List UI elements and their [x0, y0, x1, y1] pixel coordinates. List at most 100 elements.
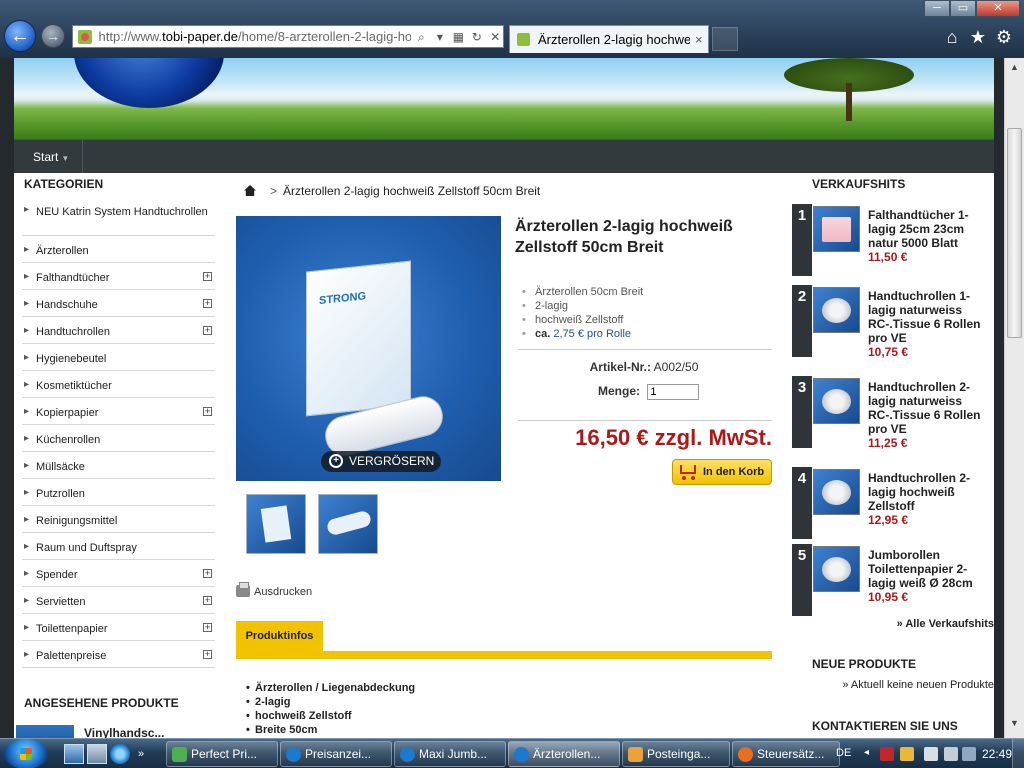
expand-icon[interactable]: + [203, 569, 212, 578]
start-button[interactable] [4, 739, 48, 768]
tray-expand-icon[interactable]: ◂ [864, 747, 878, 761]
new-tab-button[interactable] [712, 27, 738, 51]
vertical-scrollbar[interactable]: ▲ ▼ [1004, 58, 1024, 738]
favorites-star-icon[interactable]: ★ [966, 25, 990, 49]
category-item[interactable]: Palettenpreise + [22, 641, 215, 668]
all-bestsellers-link[interactable]: » Alle Verkaufshits [792, 618, 994, 630]
new-products-empty[interactable]: » Aktuell keine neuen Produkte [792, 679, 994, 691]
bestseller-name[interactable]: Handtuchrollen 2-lagig naturweiss RC-.Ti… [868, 380, 994, 450]
home-icon[interactable]: ⌂ [940, 25, 964, 49]
home-icon[interactable] [244, 185, 256, 196]
quantity-input[interactable] [647, 384, 700, 400]
bestseller-item[interactable]: 3 Handtuchrollen 2-lagig naturweiss RC-.… [792, 376, 994, 450]
volume-icon[interactable] [944, 747, 958, 761]
show-desktop-button[interactable] [1012, 739, 1024, 768]
bestseller-item[interactable]: 2 Handtuchrollen 1-lagig naturweiss RC-.… [792, 285, 994, 359]
bestseller-item[interactable]: 5 Jumborollen Toilettenpapier 2-lagig we… [792, 544, 994, 616]
expand-icon[interactable]: + [203, 650, 212, 659]
tab-produktinfos[interactable]: Produktinfos [236, 621, 323, 651]
tab-favicon-icon [517, 33, 530, 46]
stop-icon[interactable]: ✕ [488, 29, 503, 45]
forward-button[interactable]: → [41, 24, 65, 48]
bestseller-name[interactable]: Handtuchrollen 1-lagig naturweiss RC-.Ti… [868, 289, 994, 359]
viewed-product-title[interactable]: Vinylhandsc... [84, 726, 164, 738]
show-desktop-icon[interactable] [64, 744, 84, 764]
category-item[interactable]: Kosmetiktücher [22, 371, 215, 398]
category-item[interactable]: Spender + [22, 560, 215, 587]
category-item[interactable]: Müllsäcke [22, 452, 215, 479]
network-icon[interactable] [924, 747, 938, 761]
add-to-cart-button[interactable]: In den Korb [672, 459, 772, 485]
expand-icon[interactable]: + [203, 407, 212, 416]
viewed-product-item[interactable]: Vinylhandsc... [14, 725, 215, 738]
expand-icon[interactable]: + [203, 299, 212, 308]
taskbar-task[interactable]: Perfect Pri... [166, 741, 278, 767]
taskbar-task[interactable]: Posteinga... [622, 741, 730, 767]
scroll-up-arrow-icon[interactable]: ▲ [1007, 60, 1022, 75]
category-item[interactable]: Raum und Duftspray [22, 533, 215, 560]
expand-icon[interactable]: + [203, 272, 212, 281]
minimize-button[interactable]: ─ [924, 0, 950, 17]
shield-icon[interactable] [880, 747, 894, 761]
task-label: Ärzterollen... [533, 747, 601, 761]
browser-tab-active[interactable]: Ärzterollen 2-lagig hochwei... × [509, 25, 709, 53]
bestseller-image[interactable] [813, 287, 860, 333]
product-thumbnail[interactable] [318, 494, 378, 554]
bestseller-image[interactable] [813, 378, 860, 424]
language-indicator[interactable]: DE [836, 747, 851, 759]
expand-icon[interactable]: + [203, 596, 212, 605]
bestseller-title: Handtuchrollen 2-lagig naturweiss RC-.Ti… [868, 380, 981, 436]
internet-explorer-icon[interactable] [110, 744, 130, 764]
quicklaunch-more-icon[interactable]: » [138, 744, 158, 764]
settings-gear-icon[interactable]: ⚙ [992, 25, 1016, 49]
menu-start[interactable]: Start ▼ [14, 140, 83, 173]
switch-windows-icon[interactable] [87, 744, 107, 764]
dropdown-arrow-icon[interactable]: ▾ [432, 29, 447, 45]
product-image[interactable]: STRONG + VERGRÖSERN [236, 216, 501, 481]
address-bar[interactable]: http://www.tobi-paper.de/home/8-arzterol… [72, 25, 504, 48]
bestseller-name[interactable]: Jumborollen Toilettenpapier 2-lagig weiß… [868, 548, 994, 604]
scroll-down-arrow-icon[interactable]: ▼ [1007, 716, 1022, 731]
close-window-button[interactable]: ✕ [976, 0, 1020, 17]
expand-icon[interactable]: + [203, 623, 212, 632]
product-thumbnail[interactable] [246, 494, 306, 554]
category-item[interactable]: Handtuchrollen + [22, 317, 215, 344]
category-item[interactable]: Handschuhe + [22, 290, 215, 317]
tab-close-icon[interactable]: × [695, 32, 707, 47]
category-item[interactable]: Küchenrollen [22, 425, 215, 452]
category-item[interactable]: NEU Katrin System Handtuchrollen [22, 195, 215, 236]
scroll-thumb[interactable] [1007, 128, 1022, 338]
back-button[interactable]: ← [4, 20, 36, 52]
bestseller-item[interactable]: 4 Handtuchrollen 2-lagig hochweiß Zellst… [792, 467, 994, 539]
bestseller-image[interactable] [813, 546, 860, 592]
category-item[interactable]: Kopierpapier + [22, 398, 215, 425]
clock[interactable]: 22:49 [982, 747, 1012, 761]
bestseller-image[interactable] [813, 469, 860, 515]
category-item[interactable]: Servietten + [22, 587, 215, 614]
taskbar-task[interactable]: Maxi Jumb... [394, 741, 506, 767]
url-text[interactable]: http://www.tobi-paper.de/home/8-arzterol… [99, 29, 411, 44]
tray-app-icon[interactable] [900, 747, 914, 761]
bestseller-image[interactable] [813, 206, 860, 252]
bestseller-name[interactable]: Handtuchrollen 2-lagig hochweiß Zellstof… [868, 471, 994, 527]
expand-icon[interactable]: + [203, 326, 212, 335]
tray-app-icon[interactable] [962, 747, 976, 761]
zoom-button[interactable]: + VERGRÖSERN [321, 451, 441, 472]
category-item[interactable]: Falthandtücher + [22, 263, 215, 290]
taskbar-task-active[interactable]: Ärzterollen... [508, 741, 620, 767]
maximize-button[interactable]: ▭ [950, 0, 976, 17]
viewed-product-image[interactable] [16, 725, 74, 738]
search-icon[interactable]: ⌕ [414, 29, 429, 45]
compat-view-icon[interactable]: ▦ [451, 29, 466, 45]
category-item[interactable]: Reinigungsmittel [22, 506, 215, 533]
category-item[interactable]: Hygienebeutel [22, 344, 215, 371]
print-link[interactable]: Ausdrucken [236, 582, 312, 598]
category-item[interactable]: Ärzterollen [22, 236, 215, 263]
bestseller-name[interactable]: Falthandtücher 1-lagig 25cm 23cm natur 5… [868, 208, 994, 264]
taskbar-task[interactable]: Preisanzei... [280, 741, 392, 767]
taskbar-task[interactable]: Steuersätz... [732, 741, 840, 767]
refresh-icon[interactable]: ↻ [469, 29, 484, 45]
category-item[interactable]: Putzrollen [22, 479, 215, 506]
bestseller-item[interactable]: 1 Falthandtücher 1-lagig 25cm 23cm natur… [792, 204, 994, 276]
category-item[interactable]: Toilettenpapier + [22, 614, 215, 641]
